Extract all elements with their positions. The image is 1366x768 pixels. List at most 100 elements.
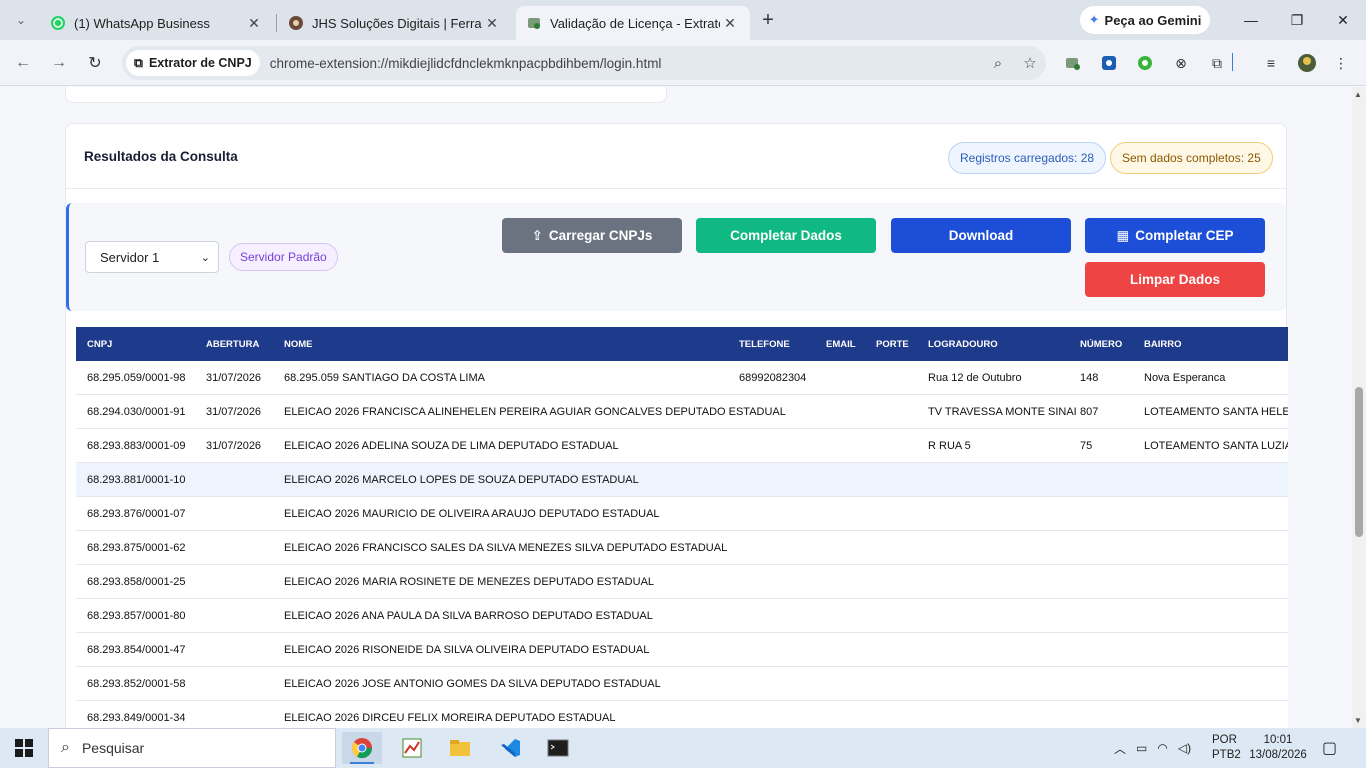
- search-placeholder: Pesquisar: [81, 740, 145, 756]
- windows-start-icon[interactable]: [0, 728, 48, 768]
- cell-cnpj: 68.293.858/0001-25: [87, 575, 186, 588]
- chrome-taskbar-icon[interactable]: [342, 732, 382, 764]
- site-chip-label: Extrator de CNPJ: [148, 56, 252, 70]
- file-explorer-taskbar-icon[interactable]: [440, 732, 480, 764]
- spreadsheet-taskbar-icon[interactable]: [392, 732, 432, 764]
- cell-telefone: 68992082304: [739, 371, 807, 384]
- cell-cnpj: 68.293.876/0001-07: [87, 507, 186, 520]
- url-text[interactable]: chrome-extension://mikdiejlidcfdnclekmkn…: [270, 56, 982, 71]
- site-chip[interactable]: ⧉ Extrator de CNPJ: [126, 50, 260, 76]
- zoom-icon[interactable]: ⌕: [982, 55, 1014, 72]
- language-indicator[interactable]: POR PTB2: [1212, 728, 1241, 768]
- server-select-value: Servidor 1: [100, 249, 160, 265]
- header-logradouro[interactable]: LOGRADOURO: [928, 339, 998, 350]
- media-control-icon[interactable]: ≡: [1260, 53, 1282, 73]
- taskbar: ⌕ Pesquisar ︿ ▭ ◠ ◁) POR PTB2 10:01 13/0…: [0, 728, 1366, 768]
- cell-numero: 75: [1080, 439, 1093, 452]
- vscode-taskbar-icon[interactable]: [490, 732, 530, 764]
- scroll-up-icon[interactable]: ▲: [1354, 90, 1362, 99]
- close-icon[interactable]: ✕: [244, 15, 264, 32]
- scroll-down-icon[interactable]: ▼: [1354, 716, 1362, 725]
- gemini-icon: ✦: [1088, 12, 1100, 27]
- cell-nome: 68.295.059 SANTIAGO DA COSTA LIMA: [284, 371, 485, 384]
- complete-cep-button[interactable]: ▦ Completar CEP: [1085, 218, 1265, 253]
- terminal-taskbar-icon[interactable]: [538, 732, 578, 764]
- taskbar-search[interactable]: ⌕ Pesquisar: [48, 728, 336, 768]
- wifi-icon[interactable]: ◠: [1157, 741, 1167, 755]
- extensions-puzzle-icon[interactable]: ⧉: [1206, 53, 1228, 73]
- cell-logradouro: R RUA 5: [928, 439, 971, 452]
- window-close-icon[interactable]: ✕: [1320, 0, 1366, 40]
- system-tray: ︿ ▭ ◠ ◁): [1114, 728, 1191, 768]
- cep-label: Completar CEP: [1135, 228, 1234, 243]
- cell-cnpj: 68.293.854/0001-47: [87, 643, 186, 656]
- close-icon[interactable]: ✕: [720, 15, 740, 32]
- scrollbar-thumb[interactable]: [1355, 387, 1363, 537]
- address-bar[interactable]: ⧉ Extrator de CNPJ chrome-extension://mi…: [122, 46, 1046, 80]
- page-scrollbar[interactable]: ▲ ▼: [1352, 87, 1366, 728]
- table-header: CNPJ ABERTURA NOME TELEFONE EMAIL PORTE …: [76, 327, 1288, 361]
- table-row[interactable]: 68.293.854/0001-47 ELEICAO 2026 RISONEIDE…: [76, 633, 1288, 667]
- back-icon[interactable]: ←: [8, 48, 38, 78]
- cell-bairro: Nova Esperanca: [1144, 371, 1226, 384]
- controls-panel: Servidor 1 ⌄ Servidor Padrão ⇪ Carregar …: [66, 203, 1286, 311]
- profile-avatar[interactable]: [1296, 53, 1318, 73]
- complete-data-button[interactable]: Completar Dados: [696, 218, 876, 253]
- tab-search-icon[interactable]: ⌄: [6, 5, 36, 35]
- cell-cnpj: 68.295.059/0001-98: [87, 371, 186, 384]
- cell-cnpj: 68.293.881/0001-10: [87, 473, 186, 486]
- extension-cnpj-icon[interactable]: [1062, 53, 1084, 73]
- table-row[interactable]: 68.293.849/0001-34 ELEICAO 2026 DIRCEU FE…: [76, 701, 1288, 728]
- header-porte[interactable]: PORTE: [876, 339, 909, 350]
- forward-icon[interactable]: →: [44, 48, 74, 78]
- browser-toolbar: ← → ↻ ⧉ Extrator de CNPJ chrome-extensio…: [0, 40, 1366, 86]
- cell-cnpj: 68.293.852/0001-58: [87, 677, 186, 690]
- download-button[interactable]: Download: [891, 218, 1071, 253]
- search-icon: ⌕: [61, 739, 70, 756]
- tab-license[interactable]: Validação de Licença - Extrator ✕: [516, 6, 750, 40]
- restore-icon[interactable]: ❐: [1274, 0, 1320, 40]
- reload-icon[interactable]: ↻: [80, 48, 110, 78]
- header-bairro[interactable]: BAIRRO: [1144, 339, 1288, 350]
- table-row[interactable]: 68.294.030/0001-91 31/07/2026 ELEICAO 2026…: [76, 395, 1288, 429]
- header-telefone[interactable]: TELEFONE: [739, 339, 790, 350]
- server-select[interactable]: Servidor 1 ⌄: [85, 241, 219, 273]
- clock[interactable]: 10:01 13/08/2026: [1249, 728, 1307, 768]
- table-row[interactable]: 68.293.876/0001-07 ELEICAO 2026 MAURICIO …: [76, 497, 1288, 531]
- cell-nome: ELEICAO 2026 FRANCISCA ALINEHELEN PEREIR…: [284, 405, 786, 418]
- tab-title: Validação de Licença - Extrator: [550, 15, 720, 31]
- cell-nome: ELEICAO 2026 MARIA ROSINETE DE MENEZES D…: [284, 575, 655, 588]
- extension-green-icon[interactable]: [1134, 53, 1156, 73]
- map-icon: ▦: [1116, 227, 1130, 243]
- header-abertura[interactable]: ABERTURA: [206, 339, 259, 350]
- table-row[interactable]: 68.295.059/0001-98 31/07/2026 68.295.059 S…: [76, 361, 1288, 395]
- extension-x-icon[interactable]: ⊗: [1170, 53, 1192, 73]
- table-row[interactable]: 68.293.852/0001-58 ELEICAO 2026 JOSE ANTO…: [76, 667, 1288, 701]
- table-row[interactable]: 68.293.857/0001-80 ELEICAO 2026 ANA PAULA…: [76, 599, 1288, 633]
- tab-jhs[interactable]: JHS Soluções Digitais | Ferrame ✕: [278, 6, 512, 40]
- header-email[interactable]: EMAIL: [826, 339, 856, 350]
- gemini-button[interactable]: ✦ Peça ao Gemini: [1080, 6, 1210, 34]
- clear-data-button[interactable]: Limpar Dados: [1085, 262, 1265, 297]
- minimize-icon[interactable]: —: [1228, 0, 1274, 40]
- star-icon[interactable]: ☆: [1014, 54, 1046, 72]
- close-icon[interactable]: ✕: [482, 15, 502, 32]
- chevron-down-icon: ⌄: [200, 251, 210, 264]
- table-row[interactable]: 68.293.875/0001-62 ELEICAO 2026 FRANCISCO…: [76, 531, 1288, 565]
- table-row[interactable]: 68.293.883/0001-09 31/07/2026 ELEICAO 2026…: [76, 429, 1288, 463]
- header-cnpj[interactable]: CNPJ: [87, 339, 112, 350]
- new-tab-button[interactable]: +: [753, 5, 783, 35]
- header-numero[interactable]: NÚMERO: [1080, 339, 1122, 350]
- upload-cnpjs-button[interactable]: ⇪ Carregar CNPJs: [502, 218, 682, 253]
- notifications-icon[interactable]: ▢: [1322, 728, 1337, 768]
- table-row[interactable]: 68.293.858/0001-25 ELEICAO 2026 MARIA ROS…: [76, 565, 1288, 599]
- volume-icon[interactable]: ◁): [1178, 741, 1191, 755]
- table-row[interactable]: 68.293.881/0001-10 ELEICAO 2026 MARCELO L…: [76, 463, 1288, 497]
- tab-whatsapp[interactable]: (1) WhatsApp Business ✕: [40, 6, 274, 40]
- chevron-up-icon[interactable]: ︿: [1114, 740, 1126, 757]
- battery-icon[interactable]: ▭: [1136, 741, 1147, 755]
- cell-cnpj: 68.293.883/0001-09: [87, 439, 186, 452]
- header-nome[interactable]: NOME: [284, 339, 313, 350]
- extension-blue-icon[interactable]: [1098, 53, 1120, 73]
- menu-icon[interactable]: ⋮: [1330, 53, 1352, 73]
